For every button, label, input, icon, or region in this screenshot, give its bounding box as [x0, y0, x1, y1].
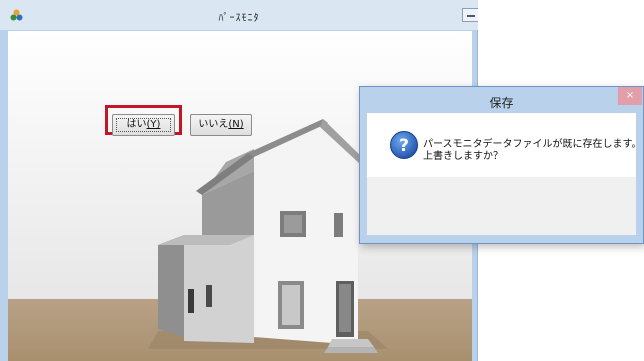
yes-button-label: はい: [126, 119, 147, 130]
yes-button-mnemonic: (Y): [146, 119, 161, 130]
yes-button[interactable]: はい(Y): [112, 114, 175, 136]
save-dialog: 保存 × ? パースモニタデータファイルが既に存在します。 上書きしますか？: [359, 86, 644, 244]
svg-text:?: ?: [399, 136, 409, 156]
no-button-mnemonic: (N): [228, 119, 244, 130]
dialog-message-area: ? パースモニタデータファイルが既に存在します。 上書きしますか？: [367, 113, 642, 177]
dialog-titlebar[interactable]: 保存 ×: [360, 87, 643, 113]
close-button[interactable]: ×: [618, 87, 642, 105]
dialog-title: 保存: [489, 96, 514, 110]
no-button-label: いいえ: [198, 119, 229, 130]
parse-window-title: ﾊﾟｰｽﾓﾆﾀ: [218, 13, 260, 24]
parse-window-titlebar[interactable]: ﾊﾟｰｽﾓﾆﾀ: [0, 0, 478, 30]
dialog-button-bar: [367, 177, 636, 235]
no-button[interactable]: いいえ(N): [190, 114, 252, 136]
dialog-message-line2: 上書きしますか？: [423, 151, 503, 162]
question-icon: ?: [390, 131, 418, 159]
minimize-button[interactable]: [462, 8, 478, 22]
